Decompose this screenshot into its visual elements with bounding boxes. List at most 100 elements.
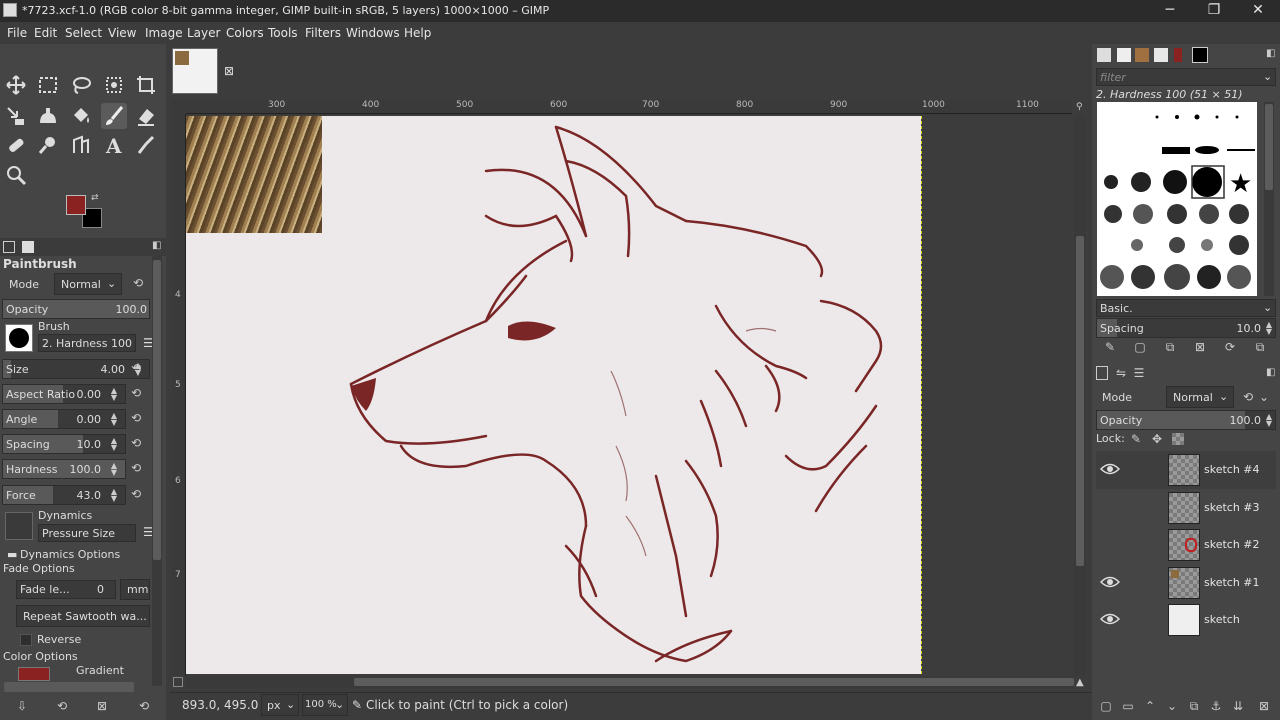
- configure-tab-icon[interactable]: ◧: [152, 240, 161, 251]
- rect-select-tool[interactable]: [35, 72, 61, 98]
- delete-layer-icon[interactable]: ⊠: [1256, 698, 1272, 714]
- gradient-preview[interactable]: [18, 667, 50, 681]
- fuzzy-select-tool[interactable]: [101, 72, 127, 98]
- brush-preview[interactable]: [5, 324, 33, 352]
- raise-layer-icon[interactable]: ⌃: [1142, 698, 1158, 714]
- angle-reset-icon[interactable]: ⟲: [129, 412, 143, 426]
- duplicate-layer-icon[interactable]: ⧉: [1186, 698, 1202, 714]
- aspect-ratio-slider[interactable]: Aspect Ratio 0.00 ▲ ▼: [2, 384, 126, 404]
- quick-mask-icon[interactable]: [173, 677, 183, 687]
- image-canvas[interactable]: [186, 116, 921, 674]
- force-reset-icon[interactable]: ⟲: [129, 488, 143, 502]
- delete-brush-icon[interactable]: ⊠: [1192, 339, 1208, 355]
- patterns-tab-icon[interactable]: [1135, 48, 1149, 62]
- layer-mode-select[interactable]: Normal ⌄: [1166, 386, 1234, 408]
- eye-icon[interactable]: [1100, 461, 1120, 477]
- menu-view[interactable]: View: [108, 26, 136, 40]
- smudge-tool[interactable]: [35, 132, 61, 158]
- eye-icon[interactable]: [1100, 574, 1120, 590]
- restore-options-icon[interactable]: ⟲: [54, 698, 70, 714]
- close-button[interactable]: ✕: [1236, 0, 1280, 22]
- path-tool[interactable]: [68, 132, 94, 158]
- reverse-checkbox[interactable]: [20, 634, 32, 646]
- brush-filter-input[interactable]: filter ⌄: [1096, 68, 1276, 86]
- close-image-icon[interactable]: ⊠: [224, 64, 234, 78]
- layer-row[interactable]: sketch #2: [1096, 526, 1276, 564]
- lower-layer-icon[interactable]: ⌄: [1164, 698, 1180, 714]
- aspect-reset-icon[interactable]: ⟲: [129, 387, 143, 401]
- size-reset-icon[interactable]: ⟲: [129, 362, 143, 376]
- brush-as-image-icon[interactable]: ⧉: [1252, 339, 1268, 355]
- brush-tag-select[interactable]: Basic. ⌄: [1096, 299, 1276, 317]
- layer-composite-icon[interactable]: ⟲: [1240, 389, 1256, 405]
- canvas-horizontal-scrollbar[interactable]: [186, 676, 1074, 688]
- menu-colors[interactable]: Colors: [226, 26, 264, 40]
- spacing-slider[interactable]: Spacing 10.0 ▲ ▼: [2, 434, 126, 454]
- brushes-tab-icon[interactable]: [1097, 48, 1111, 62]
- palette-tab-icon[interactable]: [1174, 48, 1182, 62]
- document-history-tab-icon[interactable]: [1154, 48, 1168, 62]
- lock-pixels-icon[interactable]: ✎: [1128, 431, 1144, 447]
- canvas-vertical-scrollbar[interactable]: [1074, 116, 1086, 676]
- device-status-tab-icon[interactable]: [22, 241, 34, 253]
- hardness-reset-icon[interactable]: ⟲: [129, 462, 143, 476]
- paths-tab-icon[interactable]: ☰: [1131, 365, 1147, 381]
- zoom-tool[interactable]: [3, 162, 29, 188]
- reset-options-icon[interactable]: ⟲: [136, 698, 152, 714]
- refresh-brushes-icon[interactable]: ⟳: [1222, 339, 1238, 355]
- menu-edit[interactable]: Edit: [34, 26, 57, 40]
- new-layer-group-icon[interactable]: ▭: [1120, 698, 1136, 714]
- fonts-tab-icon[interactable]: [1117, 48, 1131, 62]
- force-slider[interactable]: Force 43.0 ▲ ▼: [2, 485, 126, 505]
- foreground-color-swatch[interactable]: [66, 195, 86, 215]
- image-tab-thumbnail[interactable]: [172, 48, 218, 94]
- dynamics-field[interactable]: Pressure Size: [38, 524, 136, 542]
- fade-length-field[interactable]: Fade le... 0: [16, 580, 116, 599]
- lasso-tool[interactable]: [68, 72, 94, 98]
- zoom-select[interactable]: 100 % ⌄: [302, 694, 348, 716]
- bucket-fill-tool[interactable]: [68, 103, 94, 129]
- menu-select[interactable]: Select: [65, 26, 102, 40]
- layer-opacity-slider[interactable]: Opacity 100.0 ▲ ▼: [1096, 410, 1276, 430]
- brush-spacing-slider[interactable]: Spacing 10.0 ▲ ▼: [1096, 318, 1276, 338]
- tool-options-vscroll[interactable]: [152, 256, 162, 686]
- eye-icon[interactable]: [1100, 611, 1120, 627]
- brush-grid-scrollbar[interactable]: [1264, 102, 1274, 296]
- repeat-select[interactable]: Repeat Sawtooth wa...: [16, 605, 150, 627]
- tool-options-tab-icon[interactable]: [3, 241, 15, 253]
- restore-button[interactable]: ❐: [1192, 0, 1236, 22]
- channels-tab-icon[interactable]: ⇋: [1113, 365, 1129, 381]
- move-tool[interactable]: [3, 72, 29, 98]
- eraser-tool[interactable]: [133, 103, 159, 129]
- layer-row[interactable]: sketch #3: [1096, 489, 1276, 527]
- color-picker-tool[interactable]: [133, 132, 159, 158]
- mode-reset-icon[interactable]: ⟲: [131, 277, 145, 291]
- save-options-icon[interactable]: ⇩: [14, 698, 30, 714]
- crop-tool[interactable]: [133, 72, 159, 98]
- brush-name-field[interactable]: 2. Hardness 100: [38, 334, 136, 352]
- heal-tool[interactable]: [3, 132, 29, 158]
- configure-layers-icon[interactable]: ◧: [1266, 367, 1275, 378]
- spacing-reset-icon[interactable]: ⟲: [129, 437, 143, 451]
- layer-row[interactable]: sketch #1: [1096, 564, 1276, 602]
- menu-layer[interactable]: Layer: [187, 26, 220, 40]
- menu-windows[interactable]: Windows: [346, 26, 400, 40]
- merge-layer-icon[interactable]: ⇊: [1230, 698, 1246, 714]
- configure-dock-icon[interactable]: ◧: [1266, 48, 1275, 59]
- collapse-icon[interactable]: ▬: [7, 548, 17, 561]
- transform-tool[interactable]: [3, 103, 29, 129]
- brush-grid[interactable]: ★: [1097, 102, 1257, 296]
- anchor-layer-icon[interactable]: ⚓: [1208, 698, 1224, 714]
- hardness-slider[interactable]: Hardness 100.0 ▲ ▼: [2, 459, 126, 479]
- chevron-down-icon[interactable]: ⌄: [1256, 389, 1272, 405]
- mode-select[interactable]: Normal ⌄: [54, 273, 122, 295]
- navigate-icon[interactable]: ▲: [1076, 677, 1086, 688]
- paintbrush-tool[interactable]: [101, 103, 127, 129]
- text-tool[interactable]: A: [101, 132, 127, 158]
- fade-unit-select[interactable]: mm: [120, 579, 150, 600]
- menu-filters[interactable]: Filters: [305, 26, 341, 40]
- dynamics-preview-icon[interactable]: [5, 512, 33, 540]
- menu-tools[interactable]: Tools: [268, 26, 298, 40]
- opacity-slider[interactable]: Opacity 100.0: [2, 299, 150, 319]
- layer-row[interactable]: sketch: [1096, 601, 1276, 639]
